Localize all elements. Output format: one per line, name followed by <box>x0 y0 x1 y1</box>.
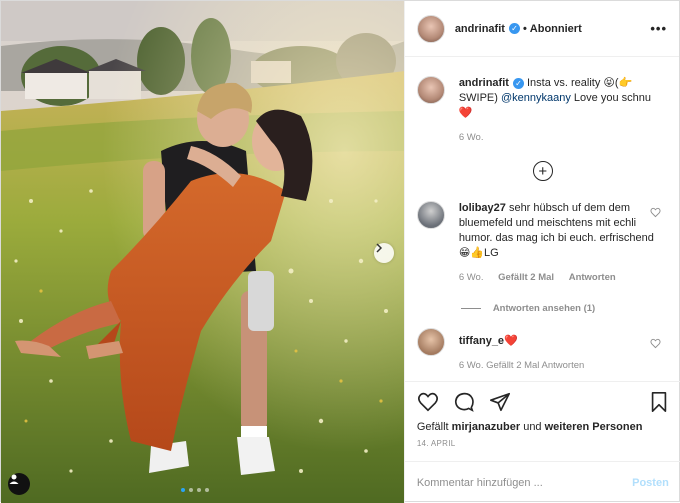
author-username[interactable]: andrinafit <box>455 23 505 35</box>
comments-list[interactable]: andrinafit ✓ Insta vs. reality 😝(👉SWIPE) … <box>405 58 680 381</box>
instagram-post: andrinafit ✓ • Abonniert ••• andrinafit ✓… <box>0 0 680 503</box>
comment-meta: 6 Wo. Gefällt 2 Mal Antworten <box>459 270 659 285</box>
post-date[interactable]: 14. APRIL <box>417 439 669 448</box>
comment-body: tiffany_e❤️ 6 Wo. Gefällt 2 Mal Antworte… <box>459 334 659 373</box>
comment-text: ❤️ <box>504 335 518 347</box>
likes-middle: und <box>520 421 545 433</box>
avatar[interactable] <box>416 76 445 104</box>
likes-summary: Gefällt mirjanazuber und weiteren Person… <box>417 421 669 433</box>
post-actions: Gefällt mirjanazuber und weiteren Person… <box>404 381 680 461</box>
post-header: andrinafit ✓ • Abonniert ••• <box>404 1 679 57</box>
user-tag-icon <box>9 474 19 484</box>
comment-likes[interactable]: Gefällt 2 Mal <box>498 272 554 283</box>
photo-scene <box>1 1 404 503</box>
caption-mention[interactable]: @kennykaany <box>501 92 571 104</box>
action-icons <box>417 390 669 414</box>
caption-username[interactable]: andrinafit <box>459 77 509 89</box>
comment-username[interactable]: tiffany_e <box>459 335 504 347</box>
user-tag-button[interactable] <box>8 473 30 495</box>
carousel-dot <box>189 488 193 492</box>
carousel-dot <box>205 488 209 492</box>
avatar[interactable] <box>416 201 445 229</box>
plus-circle-icon[interactable]: + <box>532 161 553 181</box>
bookmark-icon[interactable] <box>649 391 669 413</box>
caption-time[interactable]: 6 Wo. <box>459 132 484 143</box>
comment-composer: Posten <box>404 461 680 503</box>
post-comment-button[interactable]: Posten <box>632 477 669 489</box>
comment-item: lolibay27 sehr hübsch uf dem dem bluemef… <box>416 201 669 285</box>
comment-item: tiffany_e❤️ 6 Wo. Gefällt 2 Mal Antworte… <box>416 328 669 373</box>
carousel-indicator <box>181 488 209 492</box>
avatar[interactable] <box>416 328 445 356</box>
header-separator: • <box>522 22 527 35</box>
caption-meta: 6 Wo. <box>459 130 659 145</box>
more-icon[interactable]: ••• <box>650 21 667 36</box>
post-photo[interactable] <box>1 1 404 503</box>
comment-input[interactable] <box>416 476 633 489</box>
verified-icon: ✓ <box>508 23 520 34</box>
view-replies-button[interactable]: Antworten ansehen (1) <box>460 303 669 314</box>
carousel-dot <box>197 488 201 492</box>
comment-time[interactable]: 6 Wo. <box>459 272 484 283</box>
likes-prefix: Gefällt <box>416 421 452 433</box>
likes-user[interactable]: mirjanazuber <box>452 421 520 433</box>
view-replies-label: Antworten ansehen (1) <box>492 303 596 314</box>
verified-icon: ✓ <box>512 78 524 89</box>
caption-body: andrinafit ✓ Insta vs. reality 😝(👉SWIPE) … <box>459 76 659 145</box>
avatar[interactable] <box>416 14 445 43</box>
heart-icon[interactable] <box>650 207 661 218</box>
comment-body: lolibay27 sehr hübsch uf dem dem bluemef… <box>459 201 659 285</box>
replies-line <box>460 308 481 309</box>
reply-button[interactable]: Antworten <box>569 272 616 283</box>
share-icon[interactable] <box>489 391 511 413</box>
follow-status-button[interactable]: Abonniert <box>530 23 582 35</box>
comment-meta: 6 Wo. Gefällt 2 Mal Antworten <box>458 360 585 371</box>
next-slide-button[interactable] <box>374 243 394 263</box>
heart-icon[interactable] <box>650 338 661 349</box>
heart-icon[interactable] <box>417 391 439 413</box>
likes-others[interactable]: weiteren Personen <box>545 421 643 433</box>
post-side-panel: andrinafit ✓ • Abonniert ••• andrinafit ✓… <box>403 1 680 503</box>
chevron-right-icon <box>376 243 383 253</box>
caption: andrinafit ✓ Insta vs. reality 😝(👉SWIPE) … <box>416 76 669 145</box>
carousel-dot <box>181 488 185 492</box>
comment-icon[interactable] <box>453 391 475 413</box>
comment-username[interactable]: lolibay27 <box>459 202 506 214</box>
load-more-comments: + <box>417 161 669 181</box>
